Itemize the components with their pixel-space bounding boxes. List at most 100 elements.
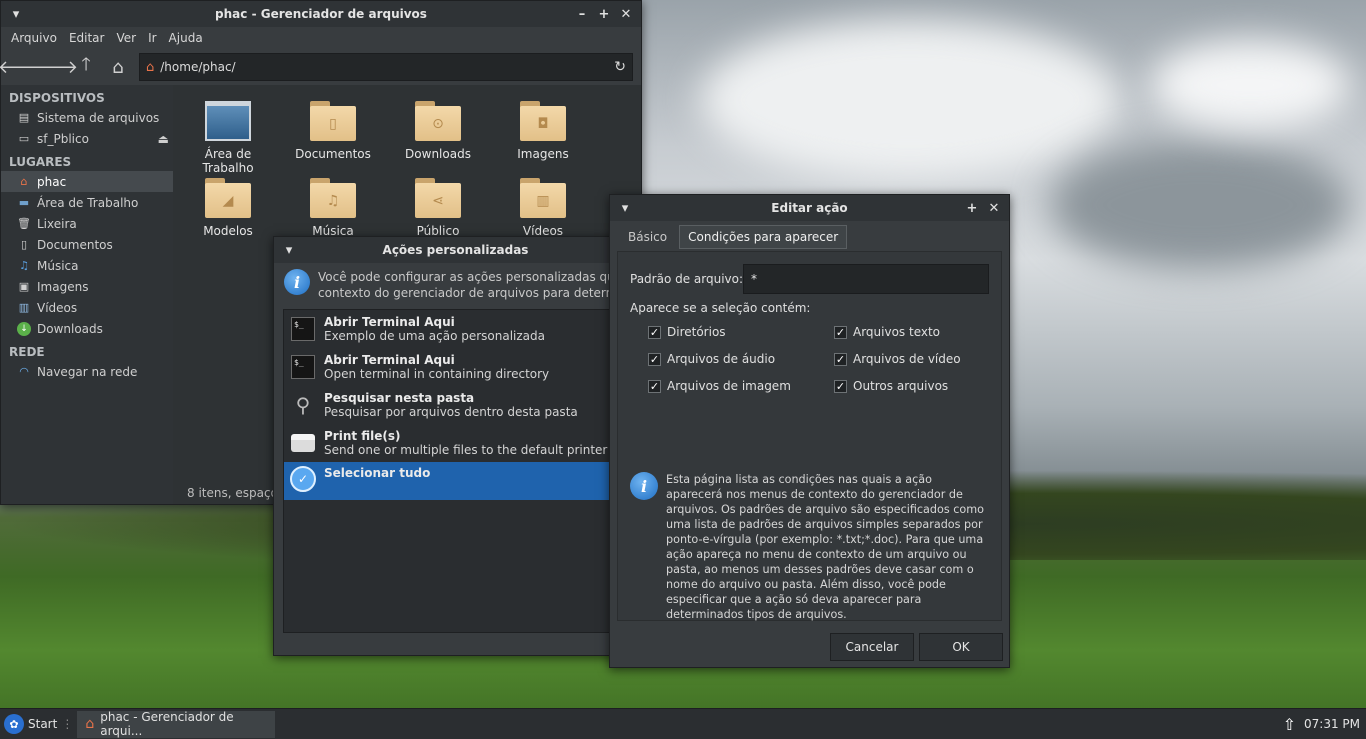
menu-ir[interactable]: Ir: [142, 31, 162, 45]
menu-editar[interactable]: Editar: [63, 31, 111, 45]
list-item[interactable]: ⚲ Pesquisar nesta pasta Pesquisar por arq…: [284, 386, 616, 424]
sidebar-item-phac[interactable]: ⌂ phac: [1, 171, 173, 192]
checkbox-audio-files[interactable]: ✓ Arquivos de áudio: [648, 352, 775, 366]
check-icon: ✓: [290, 466, 316, 492]
folder-icon: ⋖: [415, 178, 461, 218]
custom-actions-window: ▾ Ações personalizadas i Você pode confi…: [273, 236, 618, 656]
folder-icon: ▯: [310, 101, 356, 141]
pattern-input[interactable]: *: [743, 264, 989, 294]
sidebar-item-network[interactable]: ◠ Navegar na rede: [1, 361, 173, 382]
checkbox-image-files[interactable]: ✓ Arquivos de imagem: [648, 379, 791, 393]
checkbox-checked: ✓: [834, 325, 847, 339]
tab-basic[interactable]: Básico: [620, 225, 675, 249]
sidebar-header-network: REDE: [9, 345, 45, 359]
sidebar: DISPOSITIVOS ▤ Sistema de arquivos ▭ sf_Pb…: [1, 85, 173, 504]
folder-desktop[interactable]: Área de Trabalho: [178, 101, 278, 175]
forward-arrow-icon[interactable]: 🡒: [30, 53, 78, 81]
maximize-icon[interactable]: +: [961, 197, 983, 219]
checkbox-checked: ✓: [648, 379, 661, 393]
custom-actions-titlebar: ▾ Ações personalizadas: [274, 237, 617, 263]
checkbox-video-files[interactable]: ✓ Arquivos de vídeo: [834, 352, 961, 366]
conditions-panel: Padrão de arquivo: * Aparece se a seleçã…: [617, 251, 1002, 621]
checkbox-other-files[interactable]: ✓ Outros arquivos: [834, 379, 948, 393]
music-icon: ♫: [19, 259, 29, 272]
update-notifier-icon[interactable]: ⇧: [1283, 715, 1296, 734]
document-icon: ▯: [20, 238, 28, 251]
toolbar: 🡐 🡒 🡑 ⌂ ⌂ /home/phac/ ↻: [0, 49, 641, 85]
ok-button[interactable]: OK: [919, 633, 1003, 661]
sidebar-item-music[interactable]: ♫ Música: [1, 255, 173, 276]
sidebar-item-trash[interactable]: 🗑 Lixeira: [1, 213, 173, 234]
folder-videos[interactable]: ▥ Vídeos: [493, 178, 593, 238]
folder-templates[interactable]: ◢ Modelos: [178, 178, 278, 238]
checkbox-directories[interactable]: ✓ Diretórios: [648, 325, 726, 339]
close-icon[interactable]: ✕: [615, 3, 637, 25]
home-icon: ⌂: [20, 175, 28, 188]
list-item[interactable]: Print file(s) Send one or multiple files …: [284, 424, 616, 462]
folder-documents[interactable]: ▯ Documentos: [283, 101, 383, 161]
window-menu-icon[interactable]: ▾: [614, 197, 636, 219]
sidebar-item-videos[interactable]: ▥ Vídeos: [1, 297, 173, 318]
folder-images[interactable]: ◘ Imagens: [493, 101, 593, 161]
list-item[interactable]: $_ Abrir Terminal Aqui Open terminal in c…: [284, 348, 616, 386]
download-icon: ↓: [17, 321, 31, 336]
location-path: /home/phac/: [160, 60, 236, 74]
maximize-icon[interactable]: +: [593, 3, 615, 25]
separator-icon: ⋮: [61, 717, 74, 731]
wifi-icon: ◠: [19, 365, 29, 378]
location-bar[interactable]: ⌂ /home/phac/ ↻: [139, 53, 633, 81]
window-title: phac - Gerenciador de arquivos: [215, 7, 427, 21]
clock[interactable]: 07:31 PM: [1304, 717, 1360, 731]
minimize-icon[interactable]: –: [571, 3, 593, 25]
folder-music[interactable]: ♫ Música: [283, 178, 383, 238]
taskbar: ✿ Start ⋮ ⌂ phac - Gerenciador de arqui.…: [0, 708, 1366, 739]
printer-icon: [290, 430, 316, 456]
pattern-label: Padrão de arquivo:: [630, 272, 744, 286]
taskbar-task-file-manager[interactable]: ⌂ phac - Gerenciador de arqui...: [77, 710, 276, 738]
checkbox-checked: ✓: [648, 325, 661, 339]
reload-icon[interactable]: ↻: [614, 59, 626, 75]
magnifier-icon: ⚲: [295, 393, 311, 417]
info-area: i Você pode configurar as ações personal…: [284, 269, 617, 301]
folder-icon: ⊙: [415, 101, 461, 141]
menu-ajuda[interactable]: Ajuda: [163, 31, 209, 45]
window-menu-icon[interactable]: ▾: [278, 239, 300, 261]
sidebar-item-filesystem[interactable]: ▤ Sistema de arquivos: [1, 107, 173, 128]
trash-icon: 🗑: [17, 217, 31, 230]
folder-downloads[interactable]: ⊙ Downloads: [388, 101, 488, 161]
menu-arquivo[interactable]: Arquivo: [5, 31, 63, 45]
cloud: [1050, 140, 1350, 270]
sidebar-item-documents[interactable]: ▯ Documentos: [1, 234, 173, 255]
cancel-button[interactable]: Cancelar: [830, 633, 914, 661]
menu-ver[interactable]: Ver: [110, 31, 142, 45]
list-item-selected[interactable]: ✓ Selecionar tudo: [284, 462, 616, 500]
checkbox-checked: ✓: [834, 352, 847, 366]
start-button[interactable]: ✿ Start ⋮: [0, 714, 73, 734]
info-icon: i: [630, 472, 658, 500]
sidebar-header-devices: DISPOSITIVOS: [9, 91, 105, 105]
drive-icon: ▭: [18, 132, 30, 145]
home-icon[interactable]: ⌂: [103, 53, 133, 81]
appears-label: Aparece se a seleção contém:: [630, 301, 811, 315]
close-icon[interactable]: ✕: [983, 197, 1005, 219]
menubar: Arquivo Editar Ver Ir Ajuda: [1, 27, 641, 49]
eject-icon[interactable]: ⏏: [158, 132, 169, 146]
sidebar-item-desktop[interactable]: ▬ Área de Trabalho: [1, 192, 173, 213]
folder-icon: ◢: [205, 178, 251, 218]
info-icon: i: [284, 269, 310, 295]
window-menu-icon[interactable]: ▾: [5, 3, 27, 25]
up-arrow-icon[interactable]: 🡑: [71, 53, 101, 81]
folder-public[interactable]: ⋖ Público: [388, 178, 488, 238]
sidebar-item-downloads[interactable]: ↓ Downloads: [1, 318, 173, 339]
folder-icon: ♫: [310, 178, 356, 218]
list-item[interactable]: $_ Abrir Terminal Aqui Exemplo de uma açã…: [284, 310, 616, 348]
cloud: [700, 20, 1120, 180]
tab-conditions[interactable]: Condições para aparecer: [679, 225, 848, 249]
info-text: Esta página lista as condições nas quais…: [666, 473, 984, 621]
cloud: [1150, 40, 1350, 130]
sidebar-item-sf-pblico[interactable]: ▭ sf_Pblico ⏏: [1, 128, 173, 149]
checkbox-text-files[interactable]: ✓ Arquivos texto: [834, 325, 940, 339]
checkbox-checked: ✓: [648, 352, 661, 366]
desktop-folder-icon: [205, 101, 251, 141]
sidebar-item-images[interactable]: ▣ Imagens: [1, 276, 173, 297]
